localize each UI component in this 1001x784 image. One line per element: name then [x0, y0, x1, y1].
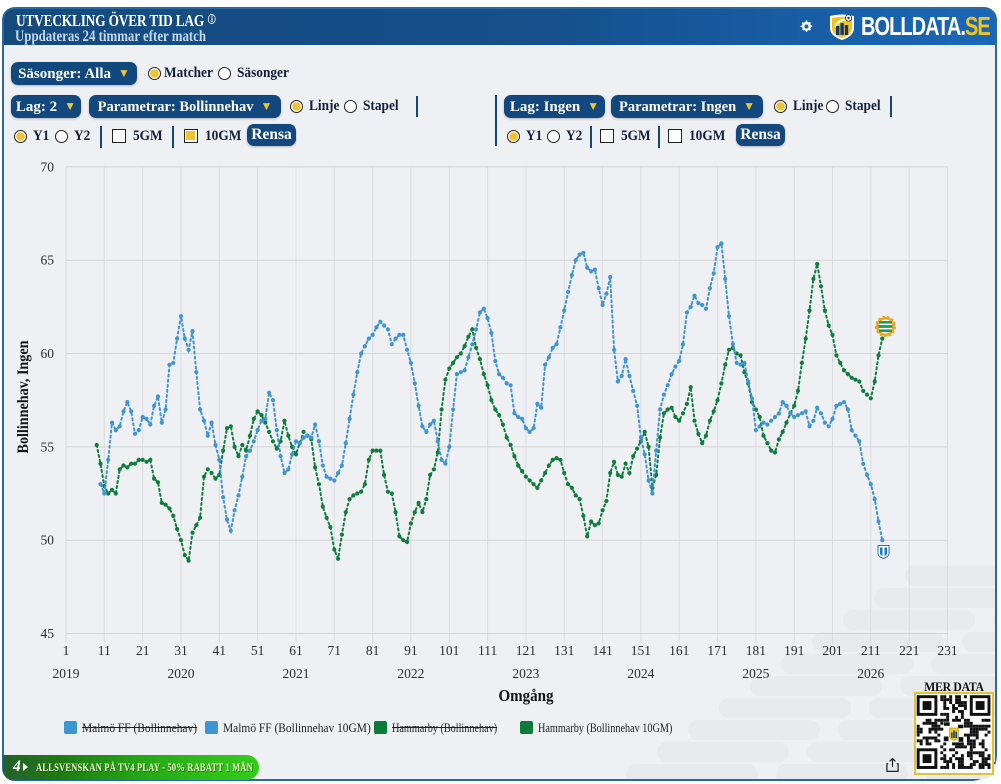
svg-text:141: 141 [592, 643, 612, 658]
svg-text:2024: 2024 [627, 666, 654, 681]
svg-text:181: 181 [746, 643, 766, 658]
svg-text:171: 171 [707, 643, 727, 658]
svg-text:2019: 2019 [53, 666, 80, 681]
svg-text:231: 231 [937, 643, 957, 658]
svg-text:161: 161 [669, 643, 689, 658]
svg-text:1: 1 [63, 643, 70, 658]
svg-text:51: 51 [251, 643, 265, 658]
svg-text:2021: 2021 [283, 666, 310, 681]
svg-text:151: 151 [631, 643, 651, 658]
svg-text:55: 55 [41, 439, 55, 454]
svg-text:11: 11 [98, 643, 111, 658]
svg-text:111: 111 [478, 643, 497, 658]
svg-text:61: 61 [289, 643, 303, 658]
svg-text:50: 50 [41, 533, 55, 548]
svg-text:131: 131 [554, 643, 574, 658]
svg-text:21: 21 [136, 643, 150, 658]
svg-text:2023: 2023 [512, 666, 539, 681]
svg-text:71: 71 [328, 643, 342, 658]
svg-text:31: 31 [174, 643, 188, 658]
svg-text:45: 45 [41, 626, 55, 641]
svg-text:2020: 2020 [168, 666, 195, 681]
svg-text:70: 70 [41, 159, 55, 174]
svg-text:2025: 2025 [742, 666, 769, 681]
svg-text:121: 121 [516, 643, 536, 658]
svg-text:2022: 2022 [397, 666, 424, 681]
svg-text:41: 41 [213, 643, 227, 658]
svg-text:65: 65 [41, 253, 55, 268]
svg-text:101: 101 [439, 643, 459, 658]
svg-text:60: 60 [41, 346, 55, 361]
svg-text:191: 191 [784, 643, 804, 658]
svg-text:2026: 2026 [857, 666, 884, 681]
svg-text:91: 91 [404, 643, 418, 658]
svg-text:221: 221 [899, 643, 919, 658]
svg-text:81: 81 [366, 643, 380, 658]
svg-text:201: 201 [822, 643, 842, 658]
svg-text:211: 211 [861, 643, 881, 658]
